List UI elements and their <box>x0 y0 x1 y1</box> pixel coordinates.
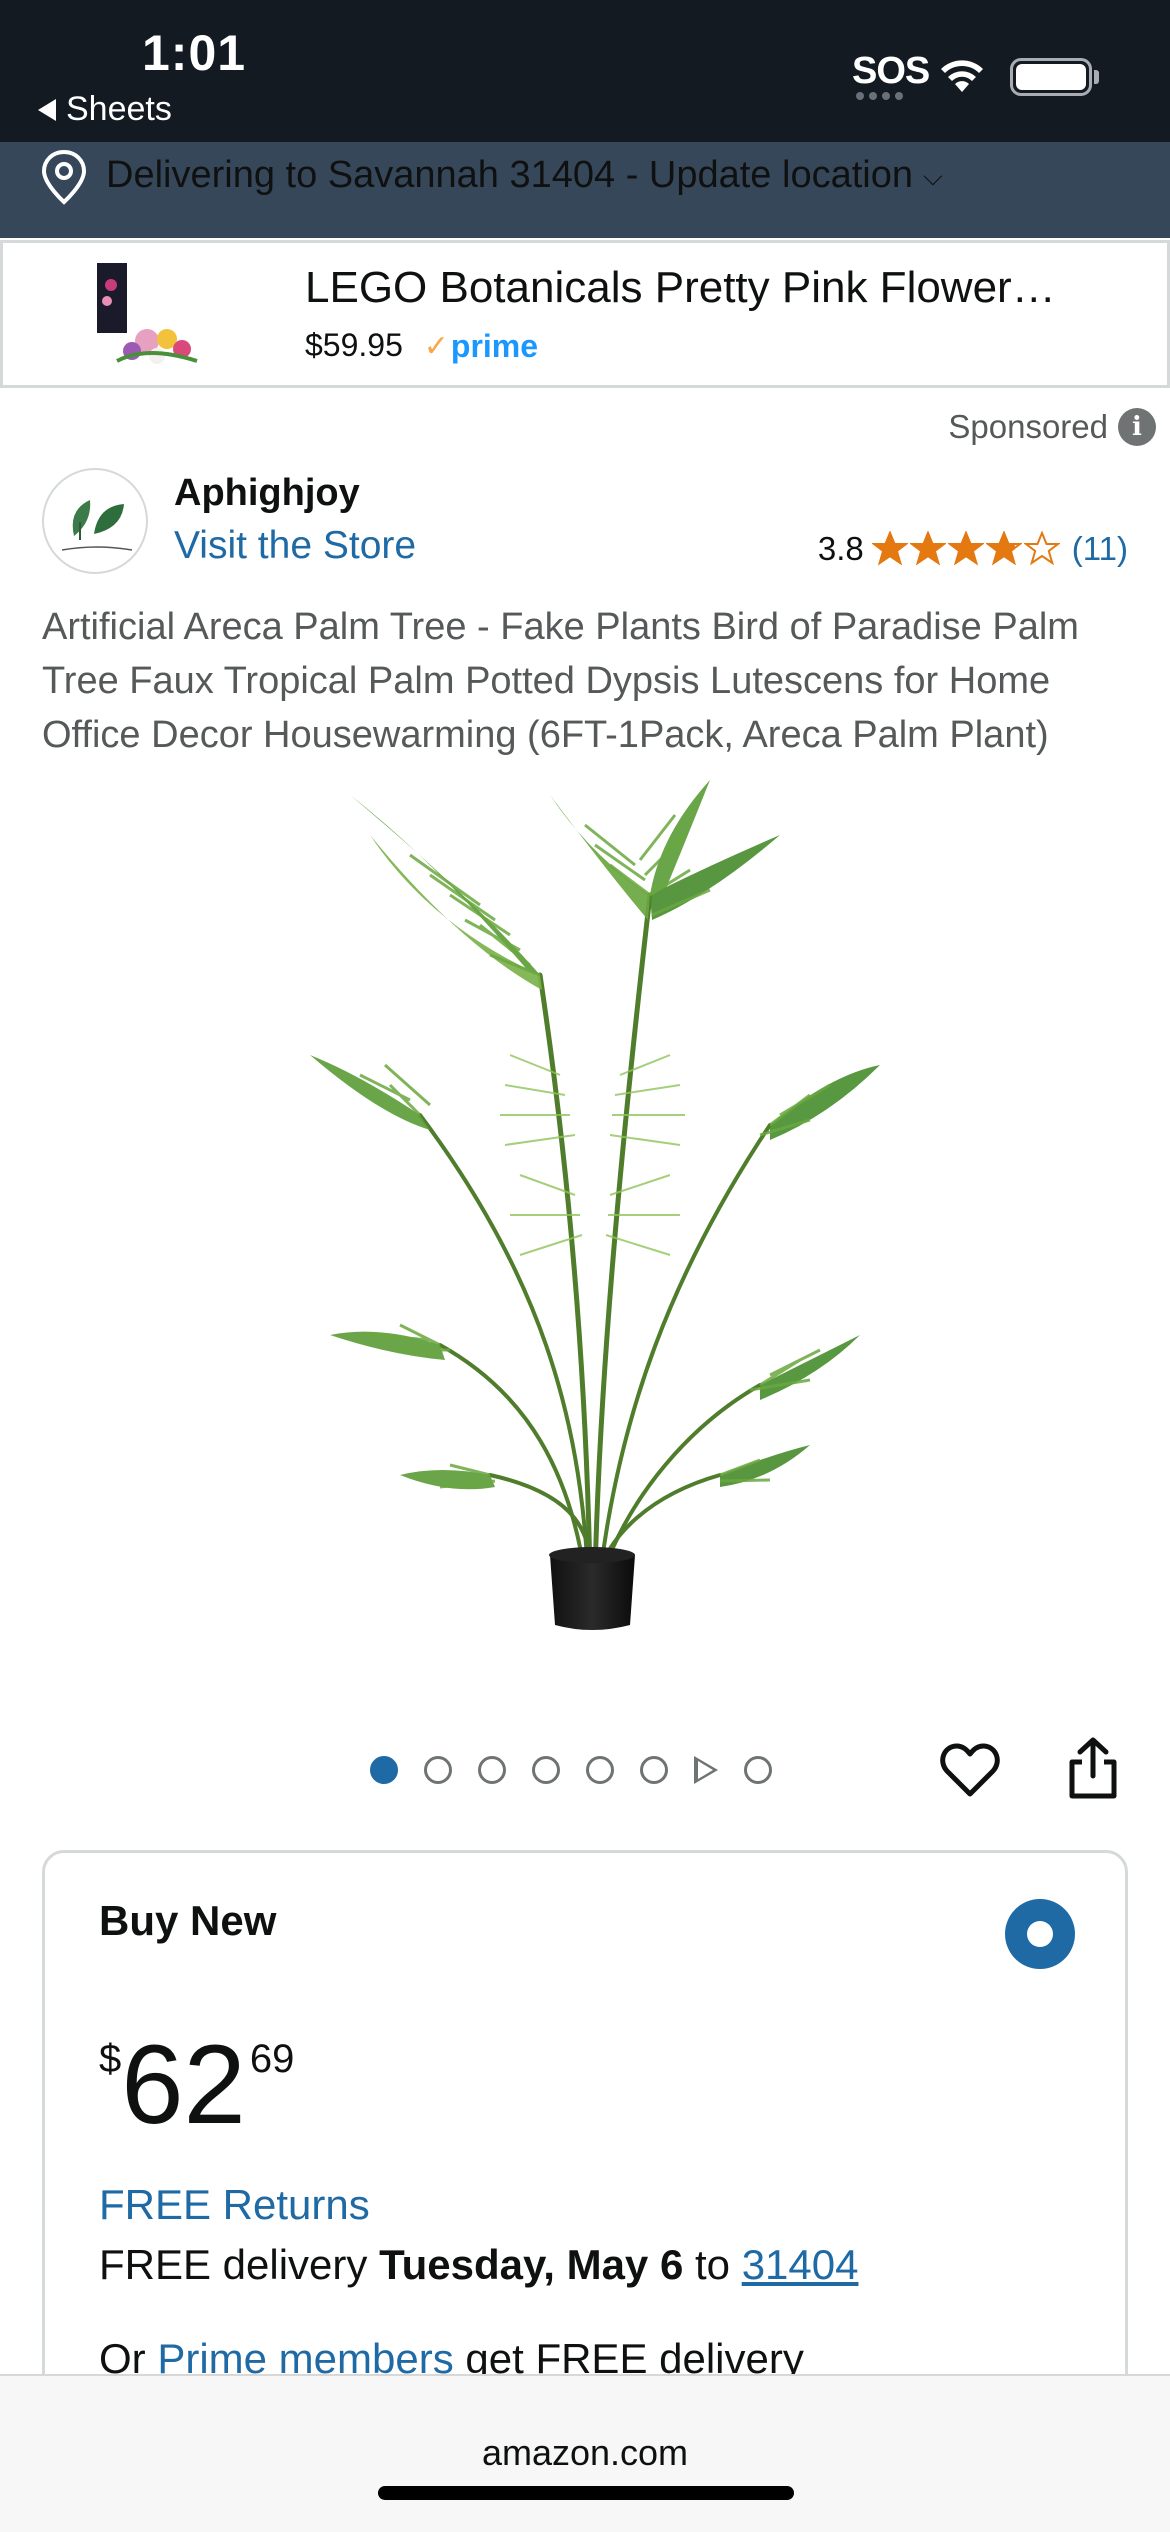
rating-value: 3.8 <box>817 530 864 567</box>
url-domain[interactable]: amazon.com <box>0 2432 1170 2474</box>
info-icon: i <box>1118 408 1156 446</box>
home-indicator[interactable] <box>378 2486 794 2500</box>
sos-indicator: SOS <box>852 50 930 92</box>
carousel-dot[interactable] <box>424 1756 452 1784</box>
brand-logo[interactable] <box>42 468 148 574</box>
location-pin-icon <box>41 149 87 205</box>
price: $ 62 69 <box>99 2029 294 2141</box>
promo-title: LEGO Botanicals Pretty Pink Flower… <box>305 263 1056 312</box>
prime-badge: ✓ prime <box>424 328 538 365</box>
delivery-prefix: FREE delivery <box>99 2241 380 2288</box>
carousel-dot[interactable] <box>370 1756 398 1784</box>
share-icon[interactable] <box>1066 1736 1120 1800</box>
prime-check-icon: ✓ <box>423 330 449 363</box>
wifi-icon <box>941 60 983 92</box>
star-icon <box>947 531 984 566</box>
price-whole: 62 <box>121 2022 246 2147</box>
brand-logo-leaf-icon <box>61 500 133 551</box>
back-label: Sheets <box>66 90 172 128</box>
battery-tip <box>1094 70 1099 84</box>
signal-dots-icon <box>856 92 903 100</box>
sponsored-label[interactable]: Sponsored i <box>948 408 1156 446</box>
price-symbol: $ <box>99 2037 122 2081</box>
delivery-location-text[interactable]: Delivering to Savannah 31404 - Update lo… <box>106 154 943 197</box>
sponsored-text: Sponsored <box>948 408 1108 445</box>
brand-name: Aphighjoy <box>174 472 360 514</box>
promo-product-thumbnail <box>97 263 198 364</box>
star-icon <box>871 531 908 566</box>
rating-summary[interactable]: 3.8 (11) <box>818 530 1128 568</box>
star-icon <box>985 531 1022 566</box>
carousel-dot[interactable] <box>744 1756 772 1784</box>
chevron-down-icon: ⌵ <box>922 160 943 191</box>
location-label: Delivering to Savannah 31404 - Update lo… <box>106 154 913 196</box>
visit-store-link[interactable]: Visit the Store <box>174 524 416 568</box>
battery-icon <box>1010 58 1092 96</box>
promo-price: $59.95 <box>305 327 403 363</box>
star-rating <box>871 531 1060 567</box>
price-fraction: 69 <box>249 2037 295 2081</box>
carousel-dot[interactable] <box>586 1756 614 1784</box>
promo-price-row: $59.95 ✓ prime <box>305 327 538 365</box>
back-to-sheets-link[interactable]: Sheets <box>38 90 172 129</box>
status-bar: 1:01 Sheets SOS <box>0 0 1170 142</box>
review-count-link[interactable]: (11) <box>1072 530 1128 568</box>
carousel-dot[interactable] <box>640 1756 668 1784</box>
browser-url-bar[interactable]: amazon.com <box>0 2374 1170 2532</box>
status-time: 1:01 <box>142 25 247 81</box>
delivery-info: FREE delivery Tuesday, May 6 to 31404 <box>99 2241 858 2289</box>
delivery-date: Tuesday, May 6 <box>379 2241 684 2288</box>
image-carousel-dots[interactable] <box>370 1756 772 1784</box>
carousel-video-indicator[interactable] <box>694 1756 718 1784</box>
buy-new-radio[interactable] <box>1005 1899 1075 1969</box>
star-icon <box>909 531 946 566</box>
star-icon <box>1023 531 1060 566</box>
heart-icon[interactable] <box>940 1742 1000 1798</box>
free-returns-link[interactable]: FREE Returns <box>99 2181 370 2229</box>
sponsored-product-card[interactable]: LEGO Botanicals Pretty Pink Flower… $59.… <box>0 240 1170 388</box>
product-image[interactable] <box>290 775 890 1645</box>
buy-new-heading: Buy New <box>99 1897 277 1944</box>
prime-label: prime <box>450 328 539 364</box>
back-arrow-icon <box>38 98 56 121</box>
delivery-zip-link[interactable]: 31404 <box>742 2241 859 2288</box>
carousel-dot[interactable] <box>478 1756 506 1784</box>
delivery-to: to <box>683 2241 742 2288</box>
carousel-dot[interactable] <box>532 1756 560 1784</box>
product-title: Artificial Areca Palm Tree - Fake Plants… <box>42 606 1079 756</box>
